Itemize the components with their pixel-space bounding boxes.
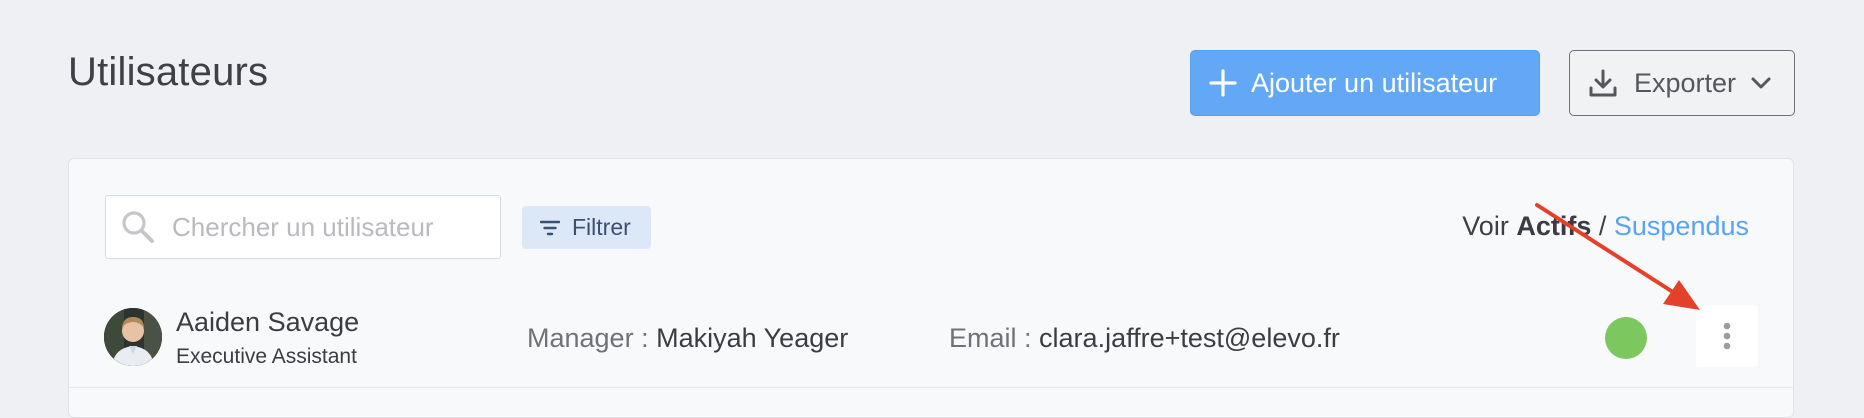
export-button[interactable]: Exporter — [1569, 50, 1795, 116]
filter-label: Filtrer — [572, 214, 631, 240]
avatar — [104, 308, 162, 366]
view-toggle: Voir Actifs / Suspendus — [1462, 211, 1749, 242]
manager-value: Makiyah Yeager — [656, 323, 849, 353]
row-menu-button[interactable] — [1696, 305, 1758, 367]
user-email: Email : clara.jaffre+test@elevo.fr — [949, 323, 1340, 354]
manager-label: Manager : — [527, 323, 649, 353]
filter-icon — [540, 220, 560, 236]
view-separator: / — [1598, 211, 1607, 241]
user-row[interactable]: Aaiden Savage Executive Assistant Manage… — [69, 305, 1793, 388]
add-user-label: Ajouter un utilisateur — [1251, 67, 1498, 98]
status-indicator — [1605, 317, 1647, 359]
view-suspended-link[interactable]: Suspendus — [1614, 211, 1749, 241]
search-input[interactable] — [172, 211, 472, 243]
chevron-down-icon — [1750, 76, 1772, 90]
page-title: Utilisateurs — [68, 50, 269, 94]
user-manager: Manager : Makiyah Yeager — [527, 323, 848, 354]
users-card: Filtrer Voir Actifs / Suspendus Aaiden S… — [68, 158, 1794, 418]
user-name[interactable]: Aaiden Savage — [176, 307, 359, 338]
more-vertical-icon — [1696, 305, 1758, 367]
email-value: clara.jaffre+test@elevo.fr — [1039, 323, 1340, 353]
search-field[interactable] — [105, 195, 501, 259]
filter-button[interactable]: Filtrer — [522, 206, 651, 249]
download-icon — [1588, 68, 1618, 98]
view-prefix: Voir — [1462, 211, 1509, 241]
email-label: Email : — [949, 323, 1032, 353]
search-icon — [120, 209, 156, 245]
view-active-link[interactable]: Actifs — [1516, 211, 1591, 241]
user-role: Executive Assistant — [176, 345, 357, 368]
export-label: Exporter — [1634, 67, 1737, 98]
plus-icon — [1209, 69, 1237, 97]
add-user-button[interactable]: Ajouter un utilisateur — [1190, 50, 1540, 116]
